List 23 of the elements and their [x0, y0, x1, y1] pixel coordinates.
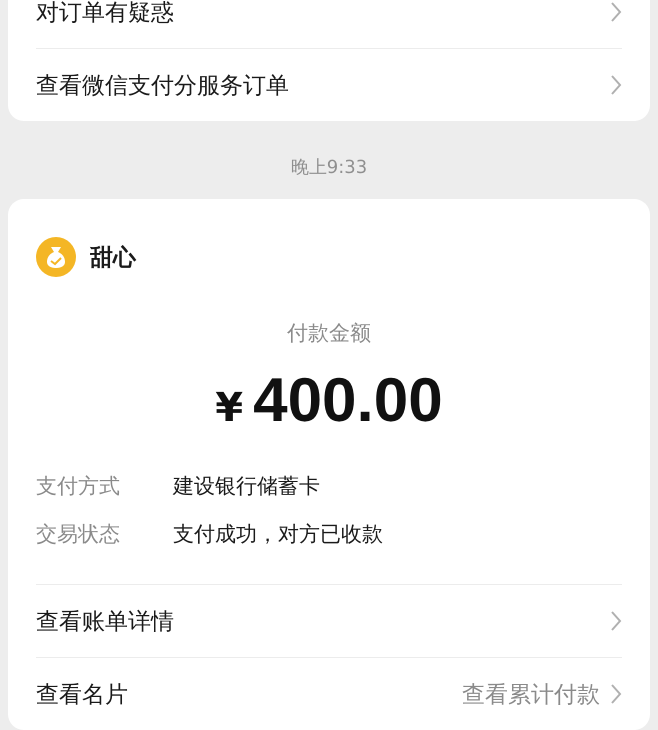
- money-bag-icon: [36, 237, 76, 277]
- chevron-right-icon: [610, 683, 622, 705]
- detail-value: 支付成功，对方已收款: [173, 521, 383, 548]
- menu-row[interactable]: 查看微信支付分服务订单: [36, 48, 622, 121]
- detail-label: 交易状态: [36, 521, 121, 548]
- chevron-right-icon: [610, 1, 622, 23]
- amount-label: 付款金额: [287, 320, 371, 347]
- detail-value: 建设银行储蓄卡: [173, 473, 320, 500]
- payment-amount: 400.00: [253, 365, 443, 436]
- row-label: 查看名片: [36, 680, 129, 710]
- menu-row[interactable]: 查看名片 查看累计付款: [36, 657, 622, 730]
- timestamp: 晚上9:33: [290, 156, 368, 179]
- currency-symbol: ¥: [215, 385, 244, 431]
- menu-row[interactable]: 对订单有疑惑: [36, 0, 622, 48]
- row-label: 查看账单详情: [36, 608, 175, 636]
- row-label: 查看微信支付分服务订单: [36, 72, 290, 100]
- chevron-right-icon: [610, 610, 622, 632]
- row-hint: 查看累计付款: [462, 680, 600, 710]
- merchant-name: 甜心: [90, 244, 136, 272]
- detail-label: 支付方式: [36, 473, 121, 500]
- chevron-right-icon: [610, 74, 622, 96]
- menu-row[interactable]: 查看账单详情: [36, 584, 622, 657]
- row-label: 对订单有疑惑: [36, 0, 175, 28]
